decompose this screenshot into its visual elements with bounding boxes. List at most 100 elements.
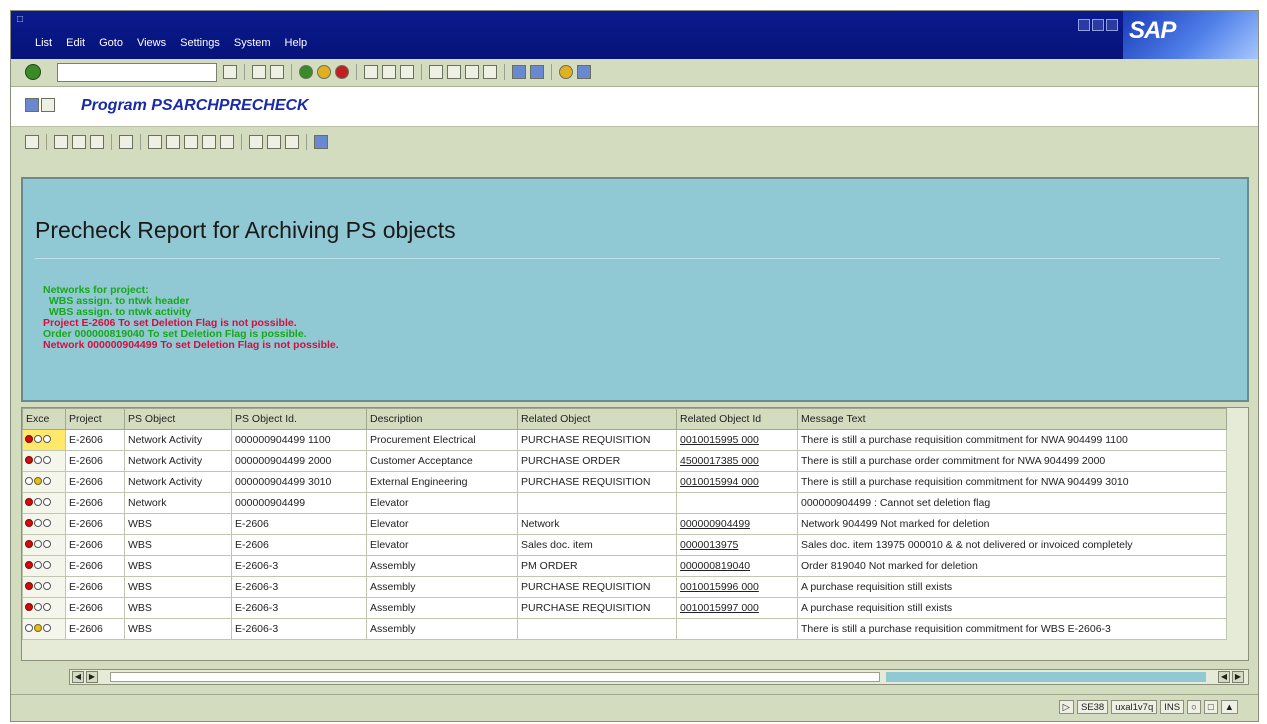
create-session-icon[interactable] [512, 65, 526, 79]
select-layout-icon[interactable] [267, 135, 281, 149]
related-object-id-cell-text[interactable]: 0010015997 000 [680, 602, 759, 614]
related-object-id-cell-text[interactable]: 0010015996 000 [680, 581, 759, 593]
status-layout-icon[interactable]: ▲ [1220, 700, 1238, 714]
related-object-cell-text: PURCHASE REQUISITION [521, 602, 651, 614]
system-menu-icon[interactable]: □ [17, 14, 29, 25]
first-page-icon[interactable] [429, 65, 443, 79]
enter-icon[interactable] [25, 64, 41, 80]
exit-icon[interactable] [317, 65, 331, 79]
filter-delete-icon[interactable] [90, 135, 104, 149]
command-field[interactable] [57, 63, 217, 82]
scroll-end-right-icon[interactable]: ▶ [1232, 671, 1244, 683]
maximize-icon[interactable] [1092, 19, 1104, 31]
ps-object-id-cell: 000000904499 3010 [231, 471, 367, 493]
command-history-icon[interactable] [223, 65, 237, 79]
related-object-id-cell[interactable]: 000000904499 [676, 513, 798, 535]
column-header-related-object[interactable]: Related Object [517, 408, 677, 430]
layout-menu-icon[interactable] [577, 65, 591, 79]
yellow-light-icon [34, 582, 42, 590]
message-text-cell-text: 000000904499 : Cannot set deletion flag [801, 497, 991, 509]
spreadsheet-icon[interactable] [184, 135, 198, 149]
table-row[interactable]: E-2606 WBS E-2606-3 Assembly There is still … [22, 618, 1227, 640]
print-icon[interactable] [364, 65, 378, 79]
status-mode: INS [1160, 700, 1185, 714]
table-row[interactable]: E-2606 WBS E-2606 Elevator Network 0000009044… [22, 513, 1227, 535]
previous-page-icon[interactable] [447, 65, 461, 79]
status-expand-icon[interactable]: ▷ [1058, 700, 1074, 714]
horizontal-scrollbar[interactable]: ◀ ▶ ◀ ▶ [69, 669, 1249, 685]
column-header-project[interactable]: Project [65, 408, 125, 430]
table-row[interactable]: E-2606 Network Activity 000000904499 1100 P… [22, 429, 1227, 451]
export-icon[interactable] [166, 135, 180, 149]
table-row[interactable]: E-2606 WBS E-2606-3 Assembly PURCHASE REQUIS… [22, 597, 1227, 619]
ps-object-id-cell: 000000904499 1100 [231, 429, 367, 451]
shortcut-icon[interactable] [530, 65, 544, 79]
minimize-icon[interactable] [1078, 19, 1090, 31]
find-next-icon[interactable] [400, 65, 414, 79]
ps-object-id-cell: 000000904499 2000 [231, 450, 367, 472]
related-object-id-cell-text[interactable]: 000000904499 [680, 518, 750, 530]
next-page-icon[interactable] [465, 65, 479, 79]
cancel-icon[interactable] [335, 65, 349, 79]
related-object-id-cell[interactable]: 0010015995 000 [676, 429, 798, 451]
back-icon[interactable] [299, 65, 313, 79]
menu-help[interactable]: Help [285, 37, 308, 49]
table-row[interactable]: E-2606 WBS E-2606-3 Assembly PM ORDER 0000008… [22, 555, 1227, 577]
local-file-icon[interactable] [220, 135, 234, 149]
table-row[interactable]: E-2606 Network Activity 000000904499 3010 E… [22, 471, 1227, 493]
menu-system[interactable]: System [234, 37, 271, 49]
related-object-id-cell-text[interactable]: 0010015994 000 [680, 476, 759, 488]
table-row[interactable]: E-2606 WBS E-2606 Elevator Sales doc. item 00… [22, 534, 1227, 556]
red-light-icon [25, 603, 33, 611]
back-arrow-icon[interactable] [252, 65, 266, 79]
status-transaction[interactable]: SE38 [1076, 700, 1109, 714]
save-layout-icon[interactable] [285, 135, 299, 149]
related-object-id-cell-text[interactable]: 0010015995 000 [680, 434, 759, 446]
last-page-icon[interactable] [483, 65, 497, 79]
related-object-id-cell[interactable]: 000000819040 [676, 555, 798, 577]
scroll-left-icon[interactable]: ◀ [72, 671, 84, 683]
save-icon[interactable] [270, 65, 284, 79]
print-preview-icon[interactable] [148, 135, 162, 149]
related-object-id-cell-text[interactable]: 4500017385 000 [680, 455, 759, 467]
refresh-icon[interactable] [119, 135, 133, 149]
scroll-end-left-icon[interactable]: ◀ [1218, 671, 1230, 683]
menu-list-item[interactable]: List [35, 37, 52, 49]
menu-goto[interactable]: Goto [99, 37, 123, 49]
menu-views[interactable]: Views [137, 37, 166, 49]
scroll-thumb[interactable] [110, 672, 880, 682]
menu-settings[interactable]: Settings [180, 37, 220, 49]
description-cell-text: Elevator [370, 518, 409, 530]
related-object-id-cell[interactable]: 0000013975 [676, 534, 798, 556]
information-icon[interactable] [314, 135, 328, 149]
table-row[interactable]: E-2606 Network Activity 000000904499 2000 C… [22, 450, 1227, 472]
column-header-ps-object-id[interactable]: PS Object Id. [231, 408, 367, 430]
word-processing-icon[interactable] [202, 135, 216, 149]
table-row[interactable]: E-2606 Network 000000904499 Elevator 0000009… [22, 492, 1227, 514]
column-header-exception[interactable]: Exce [22, 408, 66, 430]
sort-ascending-icon[interactable] [54, 135, 68, 149]
related-object-id-cell[interactable]: 0010015994 000 [676, 471, 798, 493]
details-icon[interactable] [25, 135, 39, 149]
find-icon[interactable] [382, 65, 396, 79]
menu-edit[interactable]: Edit [66, 37, 85, 49]
scroll-right-icon[interactable]: ▶ [86, 671, 98, 683]
related-object-id-cell[interactable]: 0010015997 000 [676, 597, 798, 619]
column-header-ps-object[interactable]: PS Object [124, 408, 232, 430]
related-object-id-cell[interactable]: 0010015996 000 [676, 576, 798, 598]
change-layout-icon[interactable] [249, 135, 263, 149]
column-header-description[interactable]: Description [366, 408, 518, 430]
column-header-related-object-id[interactable]: Related Object Id [676, 408, 798, 430]
table-row[interactable]: E-2606 WBS E-2606-3 Assembly PURCHASE REQUIS… [22, 576, 1227, 598]
related-object-id-cell[interactable]: 4500017385 000 [676, 450, 798, 472]
description-cell: Assembly [366, 618, 518, 640]
close-icon[interactable] [1106, 19, 1118, 31]
related-object-id-cell-text[interactable]: 0000013975 [680, 539, 738, 551]
related-object-id-cell-text[interactable]: 000000819040 [680, 560, 750, 572]
column-header-message-text[interactable]: Message Text [797, 408, 1227, 430]
scroll-track[interactable] [886, 672, 1206, 682]
title-bar: Program PSARCHPRECHECK [11, 87, 1258, 127]
filter-icon[interactable] [72, 135, 86, 149]
help-icon[interactable] [559, 65, 573, 79]
message-text-cell-text: A purchase requisition still exists [801, 581, 953, 593]
